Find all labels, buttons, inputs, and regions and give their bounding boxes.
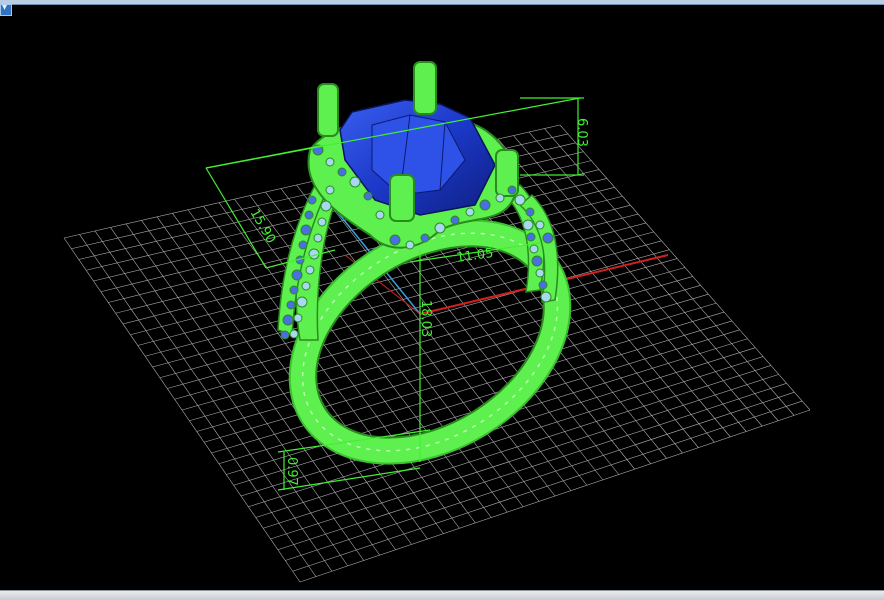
window-bottom-bar <box>0 590 884 600</box>
pave-stone <box>535 268 545 278</box>
3d-viewport[interactable]: 6.03 15.90 11.05 18.03 0.97 <box>0 5 884 591</box>
pave-stone <box>389 234 401 246</box>
pave-stone <box>325 185 335 195</box>
pave-stone <box>325 157 335 167</box>
pave-stone <box>304 210 314 220</box>
prong-back-left <box>317 83 339 137</box>
pave-stone <box>291 269 303 281</box>
pave-stone <box>507 185 517 195</box>
dim-band-thickness: 0.97 <box>284 457 299 486</box>
pave-stone <box>301 281 311 291</box>
pave-stone <box>286 300 296 310</box>
pave-stone <box>479 199 491 211</box>
grid-line <box>292 400 803 572</box>
pave-stone <box>465 207 475 217</box>
pave-stone <box>542 232 554 244</box>
pave-stone <box>289 285 299 295</box>
pave-stone <box>526 232 536 242</box>
pave-stone <box>298 240 308 250</box>
pave-stone <box>296 296 308 308</box>
pave-stone <box>300 224 312 236</box>
pave-stone <box>525 207 535 217</box>
dim-gem-height: 6.03 <box>574 118 589 147</box>
pave-stone <box>307 195 317 205</box>
pave-stone <box>293 313 303 323</box>
pave-stone <box>420 233 430 243</box>
pave-stone <box>363 191 373 201</box>
grid-line <box>285 391 795 561</box>
pave-stone <box>305 265 315 275</box>
pave-stone <box>375 210 385 220</box>
pave-stone <box>405 240 415 250</box>
pave-stone <box>280 330 290 340</box>
pave-stone <box>349 176 361 188</box>
pave-stone <box>514 194 526 206</box>
pave-stone <box>538 280 548 290</box>
grid-line <box>559 124 811 411</box>
pave-stone <box>320 200 332 212</box>
pave-stone <box>522 219 534 231</box>
grid-line <box>277 382 787 551</box>
pave-stone <box>529 244 539 254</box>
pave-stone <box>535 220 545 230</box>
grid-line <box>544 128 795 416</box>
pave-stone <box>434 222 446 234</box>
pave-stone <box>313 233 323 243</box>
pave-stone <box>282 314 294 326</box>
pave-stone <box>531 255 543 267</box>
prong-back-right <box>413 61 437 115</box>
pave-stone <box>495 193 505 203</box>
dim-total-height: 18.03 <box>418 300 433 337</box>
pave-stone <box>337 167 347 177</box>
prong-front-left <box>389 174 415 222</box>
pave-stone <box>540 291 552 303</box>
ring-model[interactable] <box>245 61 616 514</box>
pave-stone <box>450 215 460 225</box>
pave-stone <box>289 329 299 339</box>
pave-stone <box>317 217 327 227</box>
